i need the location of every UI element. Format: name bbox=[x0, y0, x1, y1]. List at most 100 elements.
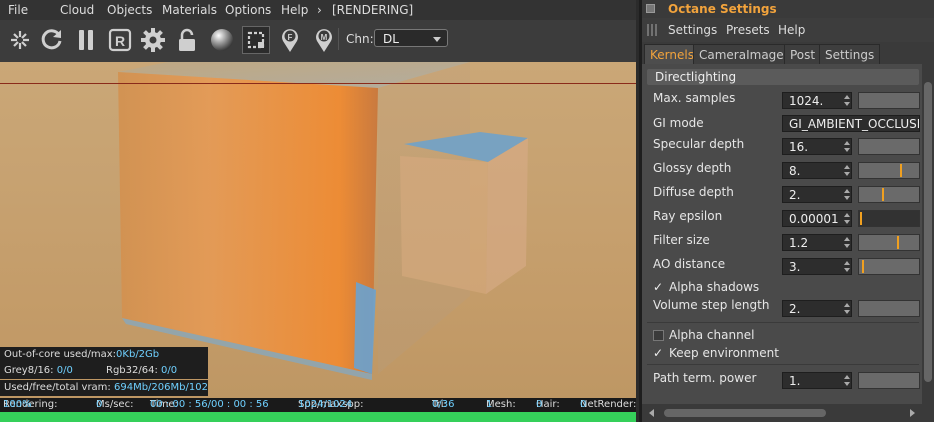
specular-depth-label: Specular depth bbox=[653, 137, 745, 151]
path-term-power-field[interactable]: 1. bbox=[782, 372, 852, 389]
volume-step-length-slider[interactable] bbox=[858, 300, 920, 317]
tab-settings[interactable]: Settings bbox=[819, 44, 881, 64]
slider-level-mark[interactable] bbox=[862, 260, 864, 273]
diffuse-depth-slider[interactable] bbox=[858, 186, 920, 203]
volume-step-length-field[interactable]: 2. bbox=[782, 300, 852, 317]
section-header-directlighting[interactable]: Directlighting bbox=[647, 69, 919, 85]
rgb-counts: Rgb32/64: 0/0 bbox=[106, 363, 177, 379]
lock-icon[interactable] bbox=[173, 26, 201, 54]
gi-mode-select[interactable]: GI_AMBIENT_OCCLUSION bbox=[782, 115, 920, 132]
glossy-depth-label: Glossy depth bbox=[653, 161, 732, 175]
rgb-label: Rgb32/64: bbox=[106, 365, 158, 376]
svg-text:R: R bbox=[115, 33, 125, 49]
menu-cloud[interactable]: Cloud bbox=[60, 3, 94, 17]
channel-label: Chn: bbox=[346, 32, 374, 46]
ao-distance-field[interactable]: 3. bbox=[782, 258, 852, 275]
settings-gear-icon[interactable] bbox=[139, 26, 167, 54]
keep-environment-checkbox[interactable]: ✓ bbox=[653, 347, 664, 359]
ray-epsilon-field[interactable]: 0.00001 bbox=[782, 210, 852, 227]
status-tri-value: 0/36 bbox=[432, 399, 455, 410]
render-statusbar: Rendering: 100% Ms/sec: 0 Time: 00 : 00 … bbox=[0, 398, 636, 412]
restart-icon[interactable] bbox=[38, 26, 66, 54]
toolbar-divider bbox=[338, 28, 339, 50]
tab-cameraimager[interactable]: CameraImager bbox=[693, 44, 795, 64]
diffuse-depth-field[interactable]: 2. bbox=[782, 186, 852, 203]
octane-settings-panel: Octane Settings Settings Presets Help Ke… bbox=[639, 0, 934, 422]
alpha-shadows-checkbox[interactable]: ✓ bbox=[653, 281, 664, 293]
scroll-right-icon[interactable] bbox=[910, 409, 915, 417]
filter-size-slider[interactable] bbox=[858, 234, 920, 251]
glossy-depth-slider[interactable] bbox=[858, 162, 920, 179]
channel-select[interactable]: DL bbox=[374, 29, 448, 47]
specular-depth-field[interactable]: 16. bbox=[782, 138, 852, 155]
path-term-power-value: 1. bbox=[789, 374, 801, 388]
divider bbox=[647, 322, 919, 323]
svg-text:F: F bbox=[288, 33, 293, 42]
glossy-depth-value: 8. bbox=[789, 164, 801, 178]
pause-icon[interactable] bbox=[72, 26, 100, 54]
kernel-settings: Directlighting Max. samples 1024. GI mod… bbox=[642, 64, 934, 404]
channel-select-value: DL bbox=[383, 32, 399, 46]
ray-epsilon-label: Ray epsilon bbox=[653, 209, 723, 223]
material-pick-icon[interactable]: M bbox=[310, 26, 338, 54]
vertical-scroll-thumb[interactable] bbox=[924, 82, 932, 382]
alpha-channel-label: Alpha channel bbox=[669, 328, 755, 342]
grip-icon[interactable] bbox=[647, 24, 659, 36]
slider-level-mark[interactable] bbox=[860, 212, 862, 225]
ao-distance-value: 3. bbox=[789, 260, 801, 274]
filter-size-value: 1.2 bbox=[789, 236, 809, 250]
panel-title: Octane Settings bbox=[668, 2, 777, 16]
divider bbox=[647, 364, 919, 365]
menu-objects[interactable]: Objects bbox=[107, 3, 152, 17]
tab-kernels[interactable]: Kernels bbox=[644, 44, 700, 64]
panel-menu-help[interactable]: Help bbox=[778, 23, 805, 37]
tab-post[interactable]: Post bbox=[784, 44, 822, 64]
alpha-channel-checkbox[interactable] bbox=[653, 330, 664, 341]
rgb-value: 0/0 bbox=[161, 365, 178, 376]
panel-menu-presets[interactable]: Presets bbox=[726, 23, 770, 37]
panel-menubar: Settings Presets Help bbox=[642, 18, 934, 42]
volume-step-length-label: Volume step length bbox=[653, 298, 770, 312]
ray-epsilon-value: 0.00001 bbox=[789, 212, 839, 226]
vram-label: Used/free/total vram: bbox=[4, 382, 111, 393]
out-of-core-info: Out-of-core used/max:0Kb/2Gb bbox=[0, 347, 208, 363]
status-hair-value: 0 bbox=[536, 399, 543, 410]
max-samples-field[interactable]: 1024. bbox=[782, 92, 852, 109]
close-icon[interactable] bbox=[646, 4, 655, 13]
horizontal-scroll-thumb[interactable] bbox=[664, 409, 826, 417]
region-render-icon[interactable]: R bbox=[106, 26, 134, 54]
guide-line bbox=[0, 83, 636, 84]
menu-materials[interactable]: Materials bbox=[162, 3, 217, 17]
status-ms-value: 0 bbox=[96, 399, 103, 410]
slider-level-mark[interactable] bbox=[900, 164, 902, 177]
specular-depth-slider[interactable] bbox=[858, 138, 920, 155]
send-scene-icon[interactable] bbox=[6, 26, 34, 54]
render-progress-bar bbox=[0, 412, 636, 422]
menu-help[interactable]: Help bbox=[281, 3, 308, 17]
vertical-scrollbar[interactable] bbox=[922, 64, 934, 404]
panel-menu-settings[interactable]: Settings bbox=[668, 23, 717, 37]
menu-options[interactable]: Options bbox=[225, 3, 271, 17]
ray-epsilon-slider[interactable] bbox=[858, 210, 920, 227]
clay-mode-icon[interactable] bbox=[242, 26, 270, 54]
path-term-power-label: Path term. power bbox=[653, 371, 757, 385]
status-rendering-value: 100% bbox=[3, 399, 32, 410]
live-viewer-window: File Cloud Objects Materials Options Hel… bbox=[0, 0, 636, 422]
horizontal-scrollbar[interactable] bbox=[642, 404, 934, 422]
diffuse-depth-value: 2. bbox=[789, 188, 801, 202]
max-samples-slider[interactable] bbox=[858, 92, 920, 109]
glossy-depth-field[interactable]: 8. bbox=[782, 162, 852, 179]
status-netrender-value: 0 bbox=[580, 399, 587, 410]
menu-file[interactable]: File bbox=[8, 3, 28, 17]
focus-pick-icon[interactable]: F bbox=[276, 26, 304, 54]
path-term-power-slider[interactable] bbox=[858, 372, 920, 389]
scroll-left-icon[interactable] bbox=[649, 409, 654, 417]
filter-size-label: Filter size bbox=[653, 233, 710, 247]
slider-level-mark[interactable] bbox=[897, 236, 899, 249]
slider-level-mark[interactable] bbox=[882, 188, 884, 201]
out-of-core-label: Out-of-core used/max: bbox=[4, 349, 117, 360]
material-ball-icon[interactable] bbox=[208, 26, 236, 54]
ao-distance-slider[interactable] bbox=[858, 258, 920, 275]
filter-size-field[interactable]: 1.2 bbox=[782, 234, 852, 251]
ao-distance-label: AO distance bbox=[653, 257, 726, 271]
